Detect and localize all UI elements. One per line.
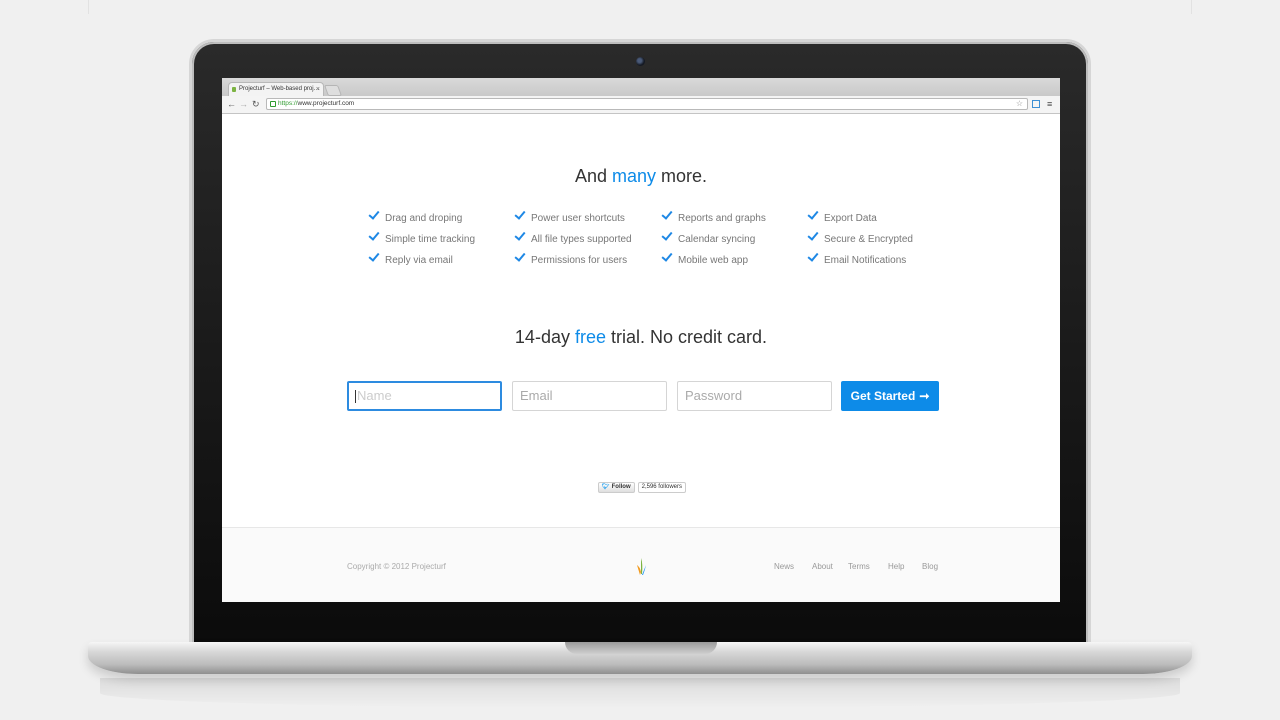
check-icon xyxy=(368,208,380,220)
feature-label: All file types supported xyxy=(531,234,632,245)
tab-close-icon[interactable]: × xyxy=(316,83,320,96)
check-icon xyxy=(514,229,526,241)
email-input[interactable]: Email xyxy=(512,381,667,411)
bookmark-star-icon[interactable]: ☆ xyxy=(1016,99,1023,109)
check-icon xyxy=(661,229,673,241)
reload-icon[interactable]: ↻ xyxy=(252,98,260,110)
browser-toolbar: ← → ↻ https://www.projecturf.com ☆ ≡ xyxy=(222,96,1060,114)
tab-bar: Projecturf – Web-based proj… × xyxy=(222,78,1060,96)
footer-link-help[interactable]: Help xyxy=(888,562,904,571)
twitter-bird-icon: 🐦︎ xyxy=(602,484,610,490)
name-input[interactable]: Name xyxy=(347,381,502,411)
twitter-follow-button[interactable]: 🐦︎ Follow xyxy=(598,482,635,493)
background-line xyxy=(1191,0,1192,14)
feature-label: Mobile web app xyxy=(678,255,749,266)
feature-item: Simple time tracking xyxy=(368,229,476,245)
feature-label: Export Data xyxy=(824,213,877,224)
feature-item: Mobile web app xyxy=(661,250,749,266)
text-caret xyxy=(355,390,356,404)
laptop-notch xyxy=(565,642,717,654)
check-icon xyxy=(807,208,819,220)
feature-item: Export Data xyxy=(807,208,877,224)
lock-icon xyxy=(270,101,276,107)
url-host: www.projecturf.com xyxy=(297,100,355,107)
get-started-label: Get Started xyxy=(850,389,916,403)
check-icon xyxy=(661,208,673,220)
feature-label: Reply via email xyxy=(385,255,453,266)
footer: Copyright © 2012 Projecturf News About T… xyxy=(222,527,1060,602)
feature-label: Simple time tracking xyxy=(385,234,476,245)
heading-accent: many xyxy=(612,166,657,186)
feature-item: Power user shortcuts xyxy=(514,208,625,224)
feature-item: All file types supported xyxy=(514,229,632,245)
projecturf-logo-icon xyxy=(637,558,646,575)
feature-label: Calendar syncing xyxy=(678,234,756,245)
check-icon xyxy=(368,229,380,241)
feature-label: Drag and droping xyxy=(385,213,463,224)
trial-heading: 14-day free trial. No credit card. xyxy=(222,327,1060,348)
background-line xyxy=(88,0,89,14)
feature-item: Calendar syncing xyxy=(661,229,756,245)
feature-item: Permissions for users xyxy=(514,250,628,266)
footer-link-about[interactable]: About xyxy=(812,562,833,571)
check-icon xyxy=(514,250,526,262)
check-icon xyxy=(807,229,819,241)
address-bar[interactable]: https://www.projecturf.com ☆ xyxy=(266,98,1028,110)
new-tab-button[interactable] xyxy=(323,85,343,96)
browser-window: Projecturf – Web-based proj… × ← → ↻ htt… xyxy=(222,78,1060,602)
name-placeholder: Name xyxy=(357,388,392,403)
trial-text: 14-day xyxy=(514,327,575,347)
browser-tab[interactable]: Projecturf – Web-based proj… × xyxy=(228,82,324,96)
menu-icon[interactable]: ≡ xyxy=(1047,98,1052,110)
check-icon xyxy=(807,250,819,262)
feature-item: Reports and graphs xyxy=(661,208,766,224)
feature-label: Power user shortcuts xyxy=(531,213,625,224)
camera-icon xyxy=(636,57,645,66)
feature-item: Email Notifications xyxy=(807,250,907,266)
check-icon xyxy=(514,208,526,220)
footer-link-news[interactable]: News xyxy=(774,562,794,571)
tab-title: Projecturf – Web-based proj… xyxy=(239,86,320,92)
trial-text: trial. No credit card. xyxy=(606,327,768,347)
features-heading: And many more. xyxy=(222,166,1060,187)
url-scheme: https:// xyxy=(278,100,298,107)
heading-text: more. xyxy=(656,166,708,186)
feature-label: Permissions for users xyxy=(531,255,628,266)
follow-label: Follow xyxy=(611,484,631,490)
feature-item: Drag and droping xyxy=(368,208,463,224)
password-input[interactable]: Password xyxy=(677,381,832,411)
feature-label: Email Notifications xyxy=(824,255,907,266)
feature-item: Secure & Encrypted xyxy=(807,229,913,245)
footer-link-blog[interactable]: Blog xyxy=(922,562,938,571)
extension-icon[interactable] xyxy=(1032,100,1040,108)
footer-link-terms[interactable]: Terms xyxy=(848,562,870,571)
check-icon xyxy=(661,250,673,262)
trial-accent: free xyxy=(574,327,606,347)
twitter-follow-widget: 🐦︎ Follow 2,596 followers xyxy=(598,482,686,493)
password-placeholder: Password xyxy=(685,388,743,403)
copyright-text: Copyright © 2012 Projecturf xyxy=(347,562,446,571)
forward-arrow-icon[interactable]: → xyxy=(239,98,248,110)
back-arrow-icon[interactable]: ← xyxy=(227,98,236,110)
email-placeholder: Email xyxy=(520,388,553,403)
laptop-reflection xyxy=(100,678,1180,708)
favicon-icon xyxy=(232,87,236,92)
feature-label: Reports and graphs xyxy=(678,213,766,224)
arrow-right-icon: ➞ xyxy=(919,389,930,403)
heading-text: And xyxy=(574,166,612,186)
feature-item: Reply via email xyxy=(368,250,453,266)
check-icon xyxy=(368,250,380,262)
follower-count[interactable]: 2,596 followers xyxy=(637,482,686,493)
feature-label: Secure & Encrypted xyxy=(824,234,913,245)
get-started-button[interactable]: Get Started ➞ xyxy=(841,381,939,411)
